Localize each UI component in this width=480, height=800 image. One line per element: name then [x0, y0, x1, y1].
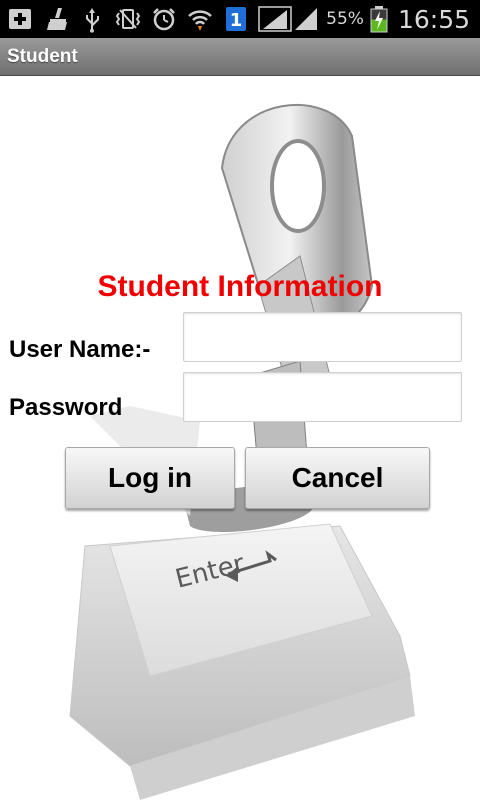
battery-charging-icon [370, 6, 388, 33]
usb-icon [86, 8, 99, 33]
add-notification-icon [9, 9, 31, 29]
username-label: User Name:- [9, 336, 151, 363]
clock-time: 16:55 [397, 4, 470, 34]
cancel-button[interactable]: Cancel [245, 447, 430, 509]
login-button[interactable]: Log in [65, 447, 235, 509]
sim-1-icon: 1 [226, 7, 246, 31]
broom-icon [47, 8, 67, 30]
vibrate-icon [115, 9, 141, 29]
key-in-enter-key-icon: Enter [69, 103, 415, 800]
username-input[interactable] [183, 312, 462, 362]
status-bar-right: 55% 16:55 [292, 0, 470, 38]
password-label: Password [9, 394, 123, 421]
signal-icon [295, 8, 318, 30]
password-input[interactable] [183, 372, 462, 422]
title-bar: Student [0, 38, 480, 76]
wifi-icon [188, 10, 212, 31]
app-title: Student [7, 46, 78, 67]
status-bar-left: 1 [6, 0, 292, 38]
battery-percent: 55% [326, 9, 364, 29]
form-heading: Student Information [97, 270, 383, 303]
sim-number: 1 [230, 10, 243, 31]
status-bar: 1 55% 16:55 [0, 0, 480, 38]
alarm-icon [153, 8, 175, 31]
signal-icon [258, 6, 292, 32]
